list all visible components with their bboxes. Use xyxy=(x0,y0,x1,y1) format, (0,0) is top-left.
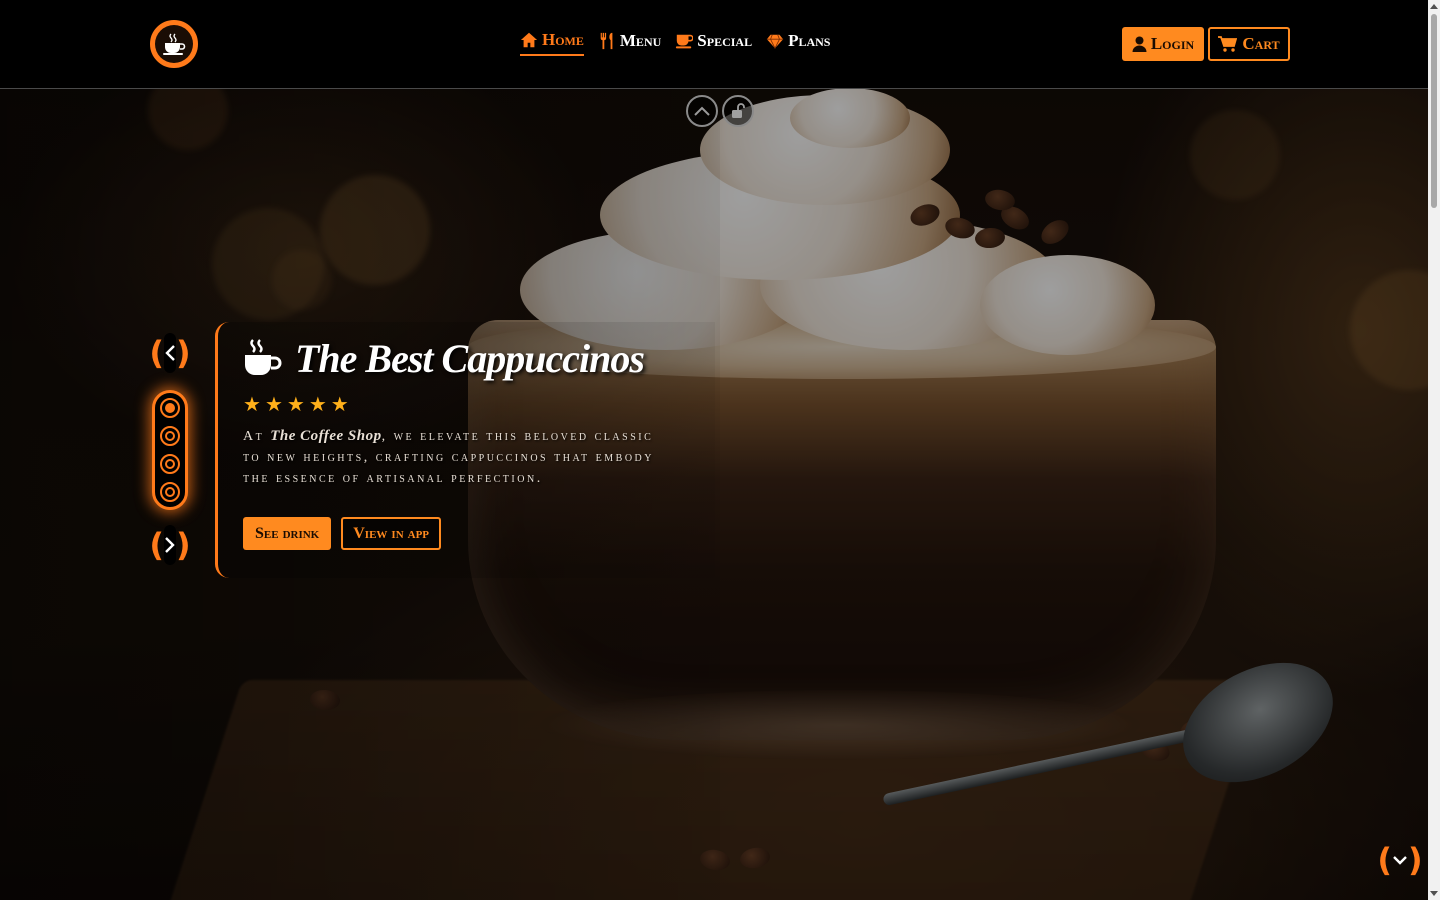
slider-dot[interactable] xyxy=(160,398,180,418)
hero-title: The Best Cappuccinos xyxy=(295,335,645,381)
paren-left-decoration: ( xyxy=(149,526,164,564)
hero-description: At The Coffee Shop, we elevate this belo… xyxy=(243,426,673,489)
main-nav: Home Menu Special Plans xyxy=(520,30,830,56)
view-in-app-button[interactable]: View in app xyxy=(341,517,442,550)
nav-item-special[interactable]: Special xyxy=(675,30,752,56)
nav-label: Menu xyxy=(619,31,662,50)
paren-right-decoration: ) xyxy=(1408,841,1423,879)
coffee-cup-icon xyxy=(245,339,282,375)
unlock-icon xyxy=(732,103,745,118)
mug-icon xyxy=(676,34,694,49)
user-icon xyxy=(1132,36,1147,52)
cart-button[interactable]: Cart xyxy=(1208,27,1290,61)
star-icon: ★ xyxy=(330,392,349,416)
page-scrollbar[interactable] xyxy=(1428,0,1440,900)
rating-stars: ★ ★ ★ ★ ★ xyxy=(243,394,715,414)
cart-label: Cart xyxy=(1242,34,1280,53)
scroll-down-button[interactable]: ( ) xyxy=(1377,840,1423,880)
slider-indicator xyxy=(152,390,188,510)
home-icon xyxy=(520,32,538,48)
shopping-cart-icon xyxy=(1218,35,1238,52)
paren-right-decoration: ) xyxy=(176,526,191,564)
description-prefix: At xyxy=(243,429,271,444)
nav-item-menu[interactable]: Menu xyxy=(598,30,661,56)
scrollbar-thumb[interactable] xyxy=(1431,14,1437,208)
slider-prev-button[interactable]: ( ) xyxy=(149,333,191,373)
hero-content: The Best Cappuccinos ★ ★ ★ ★ ★ At The Co… xyxy=(215,322,715,578)
chevron-up-icon xyxy=(694,106,710,116)
site-header: Home Menu Special Plans Login Cart xyxy=(0,0,1428,89)
nav-label: Home xyxy=(542,30,584,49)
nav-item-home[interactable]: Home xyxy=(520,30,584,56)
star-icon: ★ xyxy=(308,392,327,416)
chevron-right-icon xyxy=(165,537,175,553)
coffee-cup-logo[interactable] xyxy=(150,20,198,68)
star-icon: ★ xyxy=(286,392,305,416)
see-drink-button[interactable]: See drink xyxy=(243,517,332,550)
brand-name: The Coffee Shop xyxy=(270,428,382,444)
gem-icon xyxy=(766,34,784,50)
paren-right-decoration: ) xyxy=(176,334,191,372)
paren-left-decoration: ( xyxy=(149,334,164,372)
paren-left-decoration: ( xyxy=(1377,841,1392,879)
slider-dot[interactable] xyxy=(160,426,180,446)
slider-dot[interactable] xyxy=(160,454,180,474)
coffee-cup-icon xyxy=(163,33,186,55)
nav-label: Plans xyxy=(788,31,831,50)
chevron-down-icon xyxy=(1393,856,1407,865)
lock-toggle-button[interactable] xyxy=(722,95,754,127)
star-icon: ★ xyxy=(264,392,283,416)
chevron-left-icon xyxy=(165,345,175,361)
login-button[interactable]: Login xyxy=(1122,27,1204,61)
slider-dot[interactable] xyxy=(160,482,180,502)
slider-next-button[interactable]: ( ) xyxy=(149,525,191,565)
nav-item-plans[interactable]: Plans xyxy=(766,30,830,56)
scroll-top-button[interactable] xyxy=(686,95,718,127)
scroll-up-arrow[interactable] xyxy=(1430,4,1438,9)
star-icon: ★ xyxy=(243,392,261,416)
nav-label: Special xyxy=(697,31,753,50)
utensils-icon xyxy=(600,32,613,50)
login-label: Login xyxy=(1150,34,1195,53)
scroll-down-arrow[interactable] xyxy=(1430,891,1438,896)
